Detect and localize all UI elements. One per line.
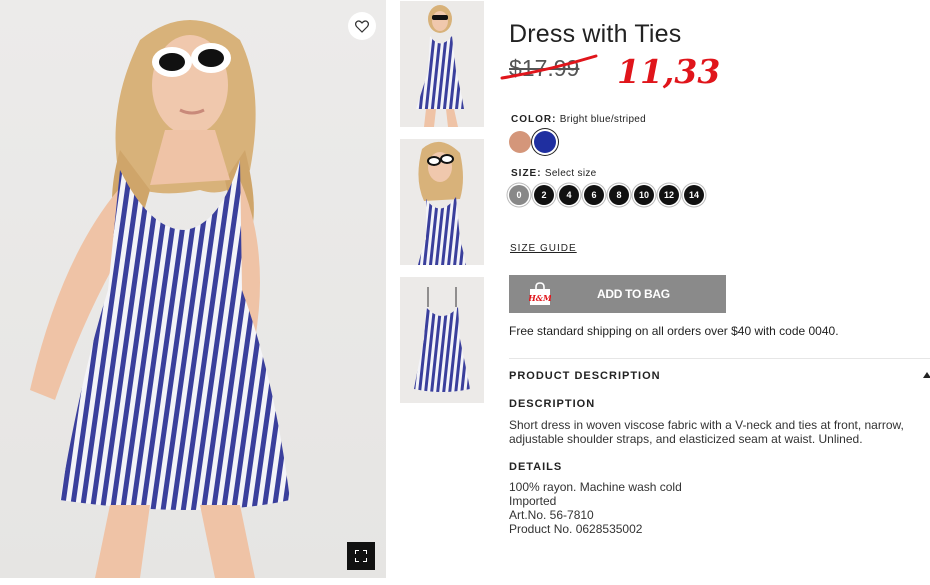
description-title: DESCRIPTION <box>509 398 596 410</box>
color-value: Bright blue/striped <box>559 114 647 125</box>
swatch-bright-blue-striped[interactable] <box>534 131 556 153</box>
main-product-image[interactable] <box>0 0 386 578</box>
original-price: $17.99 <box>509 55 580 81</box>
size-value: Select size <box>544 168 597 179</box>
thumbnail-image <box>418 141 466 265</box>
size-options: 0 2 4 6 8 10 12 14 <box>509 185 704 205</box>
details-line: Product No. 0628535002 <box>509 522 643 536</box>
size-option-0[interactable]: 0 <box>509 185 529 205</box>
color-label: COLOR: <box>511 114 557 125</box>
size-option-14[interactable]: 14 <box>684 185 704 205</box>
size-guide-link[interactable]: SIZE GUIDE <box>510 243 577 254</box>
heart-icon <box>355 19 369 33</box>
shopping-bag-icon: H&M <box>529 282 551 305</box>
details-line: Art.No. 56-7810 <box>509 508 594 522</box>
bag-logo: H&M <box>529 293 551 303</box>
details-line: 100% rayon. Machine wash cold <box>509 480 682 494</box>
collapse-arrow-icon[interactable] <box>923 372 930 378</box>
thumbnail-1[interactable] <box>400 1 484 127</box>
product-description-header[interactable]: PRODUCT DESCRIPTION <box>509 370 661 382</box>
size-option-8[interactable]: 8 <box>609 185 629 205</box>
size-option-6[interactable]: 6 <box>584 185 604 205</box>
details-list: 100% rayon. Machine wash cold Imported A… <box>509 480 682 536</box>
size-option-10[interactable]: 10 <box>634 185 654 205</box>
thumbnail-3[interactable] <box>400 277 484 403</box>
model-photo <box>30 20 290 578</box>
size-label-row: SIZE: Select size <box>511 168 597 179</box>
handwritten-new-price: 11,33 <box>617 52 721 91</box>
size-option-12[interactable]: 12 <box>659 185 679 205</box>
add-to-bag-button[interactable]: H&M ADD TO BAG <box>509 275 726 313</box>
size-option-4[interactable]: 4 <box>559 185 579 205</box>
divider <box>509 358 930 359</box>
favorite-button[interactable] <box>348 12 376 40</box>
thumbnail-image <box>416 5 464 127</box>
details-line: Imported <box>509 494 557 508</box>
swatch-powder-pink[interactable] <box>509 131 531 153</box>
thumbnail-image <box>414 287 470 392</box>
fullscreen-button[interactable] <box>347 542 375 570</box>
add-to-bag-label: ADD TO BAG <box>597 287 670 301</box>
details-title: DETAILS <box>509 461 563 473</box>
color-label-row: COLOR: Bright blue/striped <box>511 114 646 125</box>
expand-icon <box>355 550 367 562</box>
description-text: Short dress in woven viscose fabric with… <box>509 418 904 446</box>
size-option-2[interactable]: 2 <box>534 185 554 205</box>
size-label: SIZE: <box>511 168 542 179</box>
thumbnail-2[interactable] <box>400 139 484 265</box>
shipping-note: Free standard shipping on all orders ove… <box>509 324 839 338</box>
product-title: Dress with Ties <box>509 20 682 48</box>
